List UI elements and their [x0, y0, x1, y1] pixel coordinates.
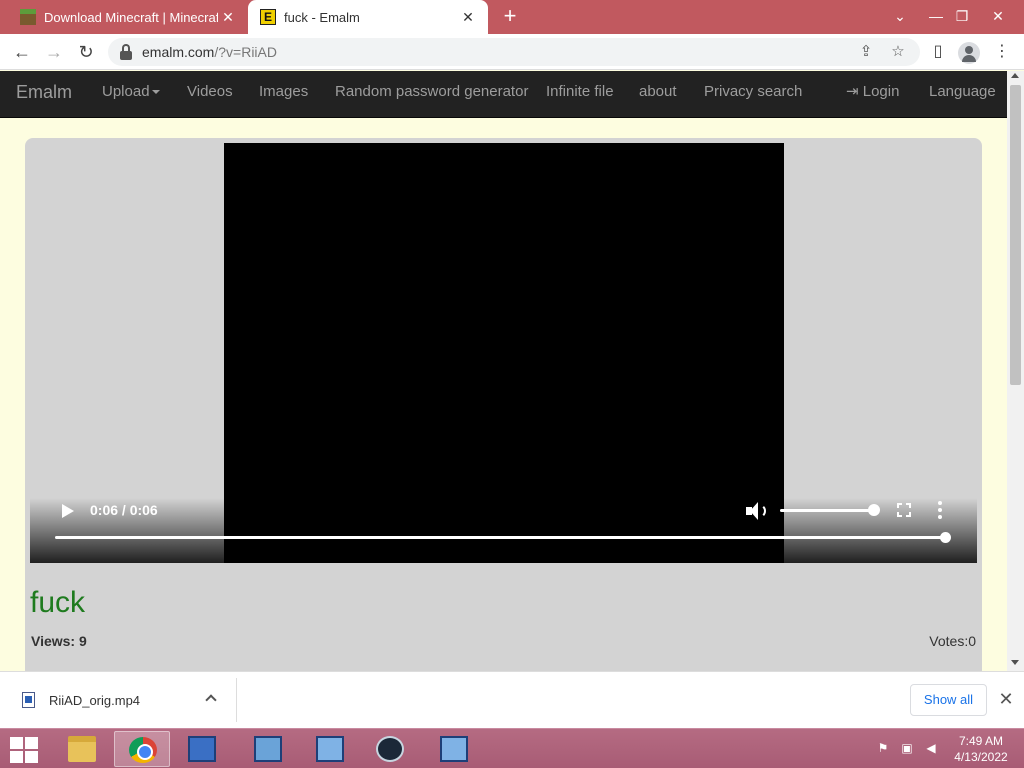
tab-close-icon[interactable]: ✕ — [458, 9, 478, 26]
taskbar-app-control-panel[interactable] — [240, 731, 296, 767]
scroll-up-arrow-icon[interactable] — [1011, 73, 1019, 78]
chrome-icon — [129, 737, 157, 763]
emalm-favicon-icon: E — [260, 9, 276, 25]
tab-close-icon[interactable]: ✕ — [218, 9, 238, 26]
volume-icon[interactable] — [746, 501, 768, 521]
seek-bar-knob[interactable] — [940, 532, 951, 543]
network-icon[interactable]: ▣ — [900, 741, 914, 755]
video-time: 0:06 / 0:06 — [90, 502, 158, 518]
nav-upload[interactable]: Upload — [102, 71, 160, 117]
nav-images[interactable]: Images — [259, 71, 308, 117]
tab-title: Download Minecraft | Minecraft — [44, 9, 218, 25]
video-controls-overlay — [30, 498, 977, 563]
lock-icon[interactable] — [120, 44, 132, 60]
dropdown-caret-icon — [151, 90, 160, 95]
fullscreen-icon[interactable] — [897, 503, 911, 517]
login-icon: ⇥ — [846, 83, 859, 100]
volume-slider[interactable] — [780, 509, 874, 512]
scroll-thumb[interactable] — [1010, 85, 1021, 385]
nav-password-generator[interactable]: Random password generator — [335, 71, 528, 117]
taskbar-app-installer-2[interactable] — [426, 731, 482, 767]
more-options-icon[interactable] — [937, 501, 943, 519]
address-toolbar: ← → ↻ emalm.com/?v=RiiAD ⇪ ☆ ▯ ⋮ — [0, 34, 1024, 70]
volume-slider-knob[interactable] — [868, 504, 880, 516]
reload-icon[interactable]: ↻ — [74, 40, 98, 64]
clock-date: 4/13/2022 — [954, 750, 1008, 764]
installer-icon — [440, 736, 468, 762]
video-panel: 0:06 / 0:06 fuck Views: 9 Votes:0 — [25, 138, 982, 678]
taskbar-app-computer[interactable] — [174, 731, 230, 767]
tab-emalm[interactable]: E fuck - Emalm ✕ — [248, 0, 488, 34]
play-icon[interactable] — [62, 504, 74, 518]
taskbar-steam[interactable] — [362, 731, 418, 767]
download-shelf: RiiAD_orig.mp4 Show all ✕ — [0, 671, 1024, 728]
new-tab-icon[interactable]: + — [498, 4, 522, 28]
nav-about[interactable]: about — [639, 71, 677, 117]
chevron-up-icon[interactable] — [205, 694, 217, 706]
back-arrow-icon[interactable]: ← — [10, 40, 34, 64]
browser-tab-bar: Download Minecraft | Minecraft ✕ E fuck … — [0, 0, 1024, 34]
installer-icon — [316, 736, 344, 762]
volume-muted-icon[interactable]: ◀ — [924, 741, 938, 755]
show-all-button[interactable]: Show all — [910, 684, 987, 716]
nav-language[interactable]: Language — [929, 71, 996, 117]
close-icon[interactable]: ✕ — [996, 689, 1016, 709]
window-close-icon[interactable]: ✕ — [982, 0, 1014, 34]
windows-taskbar: ⚑ ▣ ◀ 7:49 AM 4/13/2022 — [0, 728, 1024, 768]
computer-icon — [188, 736, 216, 762]
nav-login[interactable]: ⇥ Login — [846, 71, 899, 117]
forward-arrow-icon[interactable]: → — [42, 40, 66, 64]
address-bar[interactable]: emalm.com/?v=RiiAD ⇪ ☆ — [108, 38, 920, 66]
windows-start-icon[interactable] — [10, 737, 38, 763]
site-brand[interactable]: Emalm — [16, 71, 72, 117]
download-divider — [236, 678, 237, 722]
clock-time: 7:49 AM — [958, 734, 1004, 748]
video-file-icon — [22, 692, 35, 708]
tab-minecraft[interactable]: Download Minecraft | Minecraft ✕ — [8, 0, 248, 34]
action-center-flag-icon[interactable]: ⚑ — [876, 741, 890, 755]
minecraft-favicon-icon — [20, 9, 36, 25]
taskbar-clock[interactable]: 7:49 AM 4/13/2022 — [950, 733, 1012, 765]
tab-title: fuck - Emalm — [284, 9, 360, 25]
menu-kebab-icon[interactable]: ⋮ — [990, 40, 1014, 64]
share-icon[interactable]: ⇪ — [856, 42, 876, 62]
taskbar-file-explorer[interactable] — [54, 731, 110, 767]
restore-icon[interactable]: ❐ — [946, 0, 978, 34]
seek-bar[interactable] — [55, 536, 946, 539]
bookmark-star-icon[interactable]: ☆ — [888, 42, 908, 62]
video-player[interactable]: 0:06 / 0:06 — [30, 143, 977, 563]
vote-count: Votes:0 — [929, 633, 976, 649]
nav-privacy-search[interactable]: Privacy search — [704, 71, 802, 117]
control-panel-icon — [254, 736, 282, 762]
folder-icon — [68, 736, 96, 762]
steam-icon — [376, 736, 404, 762]
scroll-down-arrow-icon[interactable] — [1011, 660, 1019, 665]
taskbar-chrome[interactable] — [114, 731, 170, 767]
nav-videos[interactable]: Videos — [187, 71, 233, 117]
video-title: fuck — [30, 586, 86, 619]
site-navbar: Emalm Upload Videos Images Random passwo… — [0, 71, 1007, 118]
view-count: Views: 9 — [31, 633, 87, 649]
profile-avatar-icon[interactable] — [958, 42, 980, 64]
nav-infinite-file[interactable]: Infinite file — [546, 71, 614, 117]
taskbar-app-installer[interactable] — [302, 731, 358, 767]
download-filename[interactable]: RiiAD_orig.mp4 — [49, 693, 140, 708]
page-scrollbar[interactable] — [1007, 71, 1024, 671]
tab-search-chevron-icon[interactable]: ⌄ — [884, 0, 916, 34]
side-panel-icon[interactable]: ▯ — [926, 40, 950, 64]
url-text: emalm.com/?v=RiiAD — [142, 44, 277, 60]
